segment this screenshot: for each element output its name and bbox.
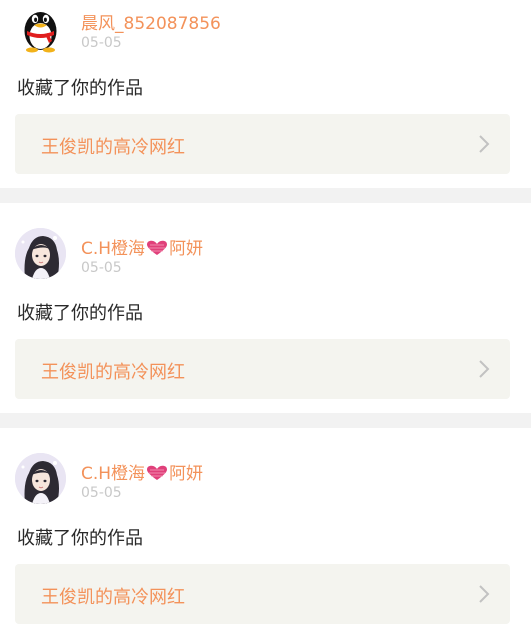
work-title: 王俊凯的高冷网红 [41, 362, 185, 383]
heart-emoji-icon [147, 465, 168, 480]
avatar[interactable] [15, 453, 66, 504]
timestamp: 05-05 [81, 35, 122, 51]
girl-avatar-icon [15, 228, 66, 279]
notification-feed: 晨风_852087856 05-05 收藏了你的作品 王俊凯的高冷网红 C.H橙… [0, 0, 531, 637]
work-link[interactable]: 王俊凯的高冷网红 [15, 339, 510, 399]
notification-item: C.H橙海 阿妍 05-05 收藏了你的作品 王俊凯的高冷网红 [0, 428, 531, 637]
avatar[interactable] [15, 3, 66, 54]
girl-avatar-icon [15, 453, 66, 504]
heart-emoji-icon [147, 240, 168, 255]
chevron-right-icon [479, 585, 490, 603]
timestamp: 05-05 [81, 260, 122, 276]
chevron-right-icon [479, 360, 490, 378]
avatar[interactable] [15, 228, 66, 279]
notification-item: C.H橙海 阿妍 05-05 收藏了你的作品 王俊凯的高冷网红 [0, 203, 531, 413]
username-suffix: 阿妍 [169, 239, 204, 259]
work-title: 王俊凯的高冷网红 [41, 137, 185, 158]
work-title: 王俊凯的高冷网红 [41, 587, 185, 608]
username-prefix: C.H橙海 [81, 464, 146, 484]
work-link[interactable]: 王俊凯的高冷网红 [15, 564, 510, 624]
timestamp: 05-05 [81, 485, 122, 501]
chevron-right-icon [479, 135, 490, 153]
username[interactable]: C.H橙海 阿妍 [81, 459, 203, 484]
action-text: 收藏了你的作品 [17, 78, 143, 99]
qq-penguin-icon [24, 12, 57, 53]
username[interactable]: 晨风_852087856 [81, 9, 221, 34]
action-text: 收藏了你的作品 [17, 528, 143, 549]
username[interactable]: C.H橙海 阿妍 [81, 234, 203, 259]
notification-item: 晨风_852087856 05-05 收藏了你的作品 王俊凯的高冷网红 [0, 0, 531, 188]
username-prefix: C.H橙海 [81, 239, 146, 259]
username-suffix: 阿妍 [169, 464, 204, 484]
work-link[interactable]: 王俊凯的高冷网红 [15, 114, 510, 174]
action-text: 收藏了你的作品 [17, 303, 143, 324]
